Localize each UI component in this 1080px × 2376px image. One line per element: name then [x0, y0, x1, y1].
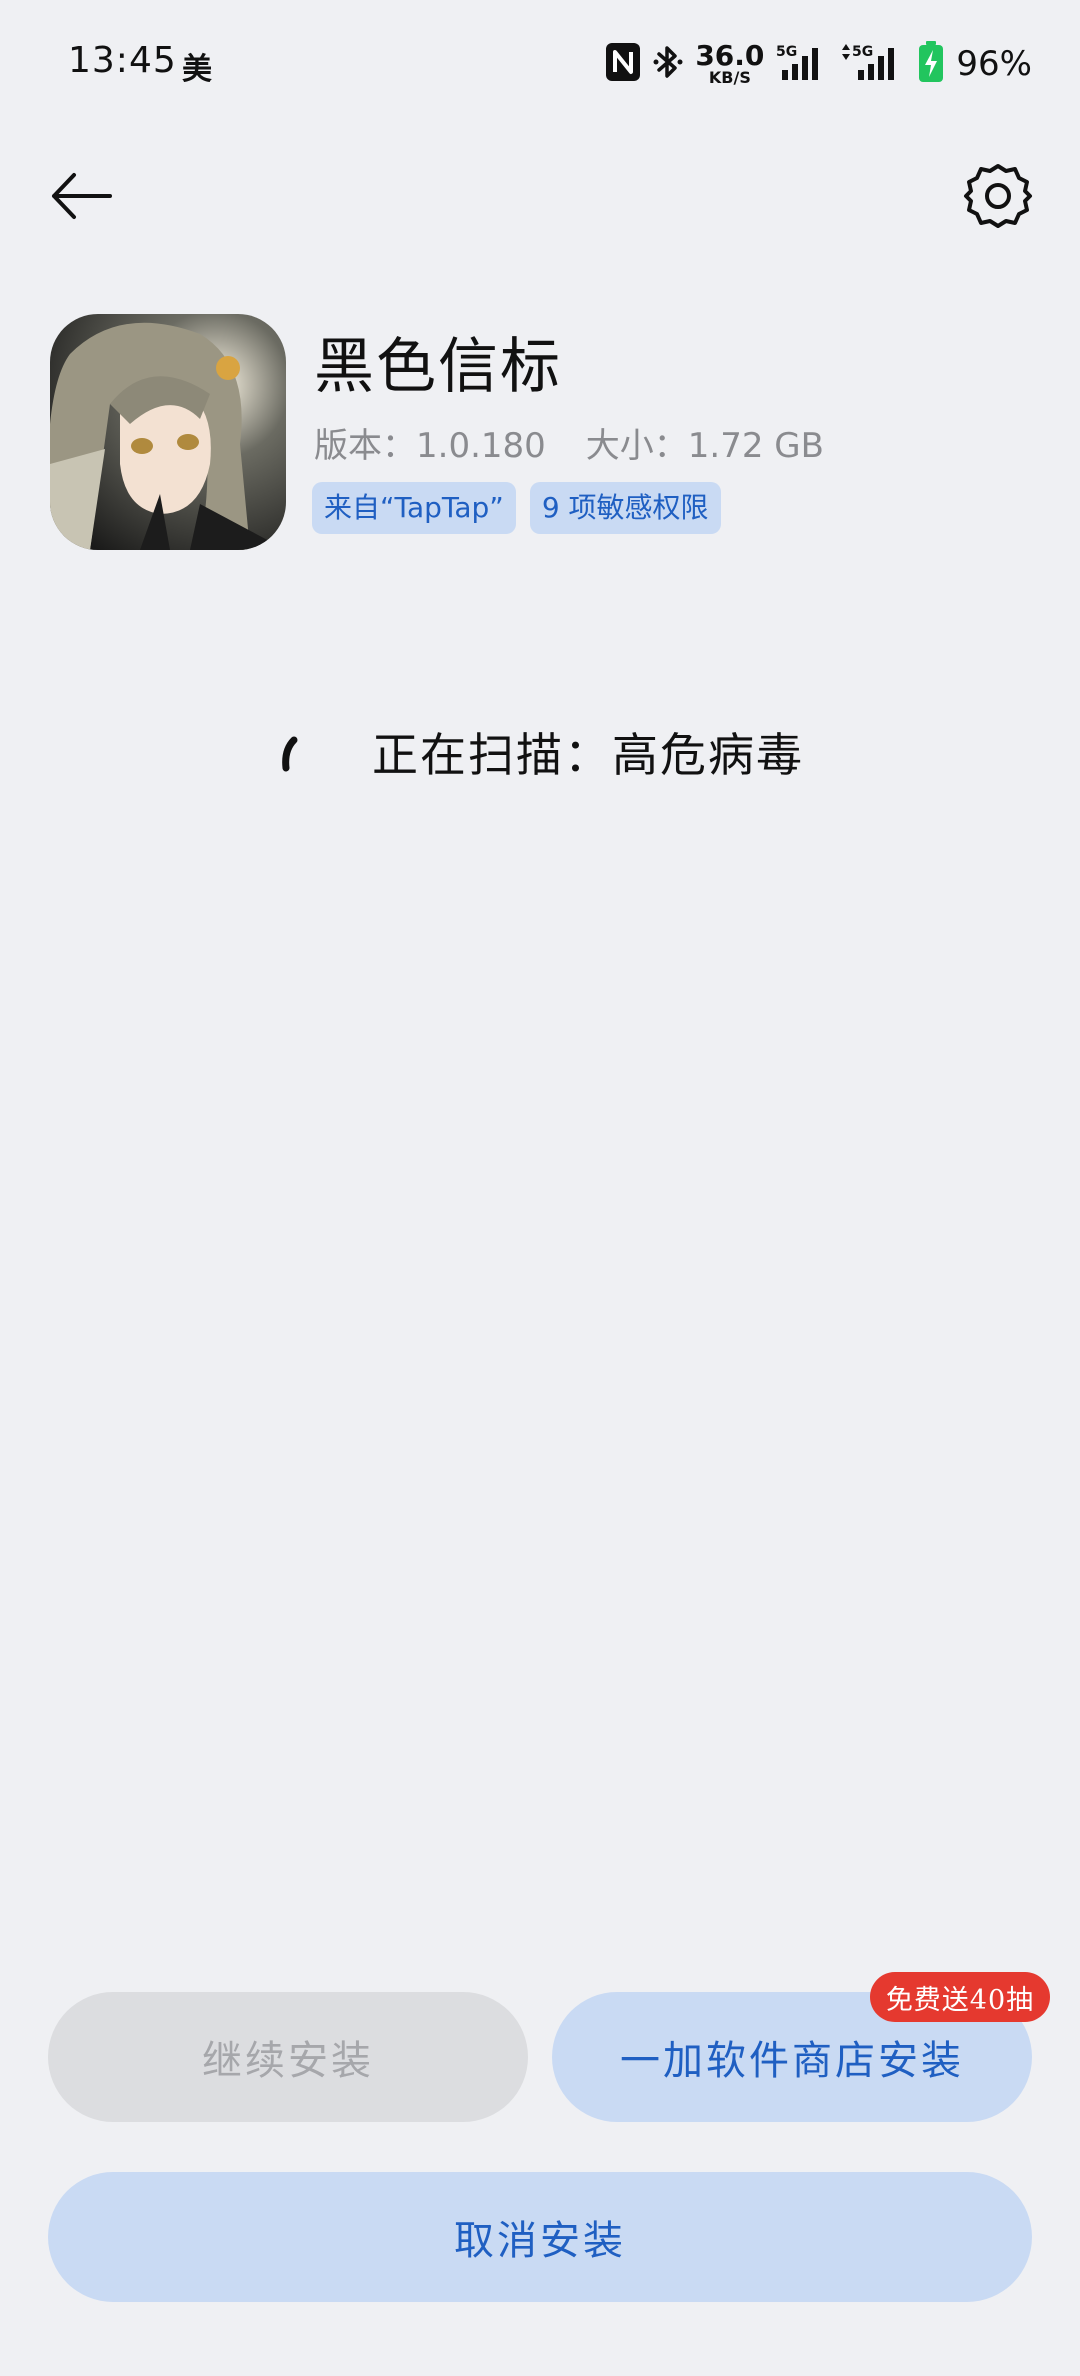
permissions-tag[interactable]: 9 项敏感权限 — [529, 482, 721, 534]
status-time: 13:45 — [68, 40, 177, 81]
scan-status-text: 正在扫描：高危病毒 — [372, 728, 804, 782]
promo-badge: 免费送40抽 — [870, 1972, 1050, 2022]
app-icon — [50, 314, 286, 550]
network-speed: 36.0 KB/S — [695, 42, 764, 86]
battery-percent: 96% — [956, 44, 1032, 84]
gear-icon — [962, 164, 1034, 236]
arrow-left-icon — [46, 173, 118, 236]
cancel-install-button[interactable]: 取消安装 — [48, 2172, 1032, 2302]
nfc-icon — [605, 42, 641, 86]
app-version: 版本：1.0.180 — [314, 426, 546, 466]
app-tags: 来自“TapTap” 9 项敏感权限 — [312, 482, 721, 534]
source-tag[interactable]: 来自“TapTap” — [312, 482, 516, 534]
battery-icon — [918, 41, 944, 87]
net-speed-unit: KB/S — [708, 68, 751, 87]
carrier-badge: 美 — [182, 52, 212, 87]
scan-status: 正在扫描：高危病毒 — [0, 720, 1080, 790]
status-bar: 13:45 美 36.0 KB/S 5G 5G 96% — [0, 0, 1080, 130]
settings-button[interactable] — [962, 160, 1034, 232]
signal-5g-data-icon: 5G — [840, 42, 906, 86]
net-speed-value: 36.0 — [695, 39, 765, 72]
signal2-label: 5G — [852, 44, 873, 60]
status-icons: 36.0 KB/S 5G 5G 96% — [605, 36, 1032, 92]
app-size: 大小：1.72 GB — [585, 426, 824, 466]
signal1-label: 5G — [776, 44, 797, 60]
continue-install-button[interactable]: 继续安装 — [48, 1992, 528, 2122]
app-meta: 版本：1.0.180 大小：1.72 GB — [314, 418, 824, 467]
signal-5g-icon: 5G — [776, 42, 828, 86]
loading-spinner-icon — [278, 734, 300, 774]
bluetooth-icon — [653, 42, 683, 86]
back-button[interactable] — [46, 160, 118, 232]
app-name: 黑色信标 — [314, 332, 562, 402]
